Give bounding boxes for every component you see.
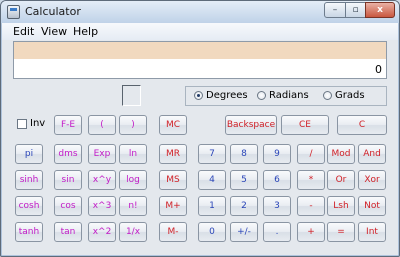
button-and[interactable]: And xyxy=(358,144,386,164)
button-mr[interactable]: MR xyxy=(159,144,187,164)
button-fe[interactable]: F-E xyxy=(54,115,82,135)
radio-grads[interactable]: Grads xyxy=(323,90,365,101)
button-sin[interactable]: sin xyxy=(54,170,82,190)
button-ms[interactable]: MS xyxy=(159,170,187,190)
radio-degrees[interactable]: Degrees xyxy=(194,90,248,101)
menu-edit[interactable]: Edit xyxy=(13,25,34,38)
button-reciprocal[interactable]: 1/x xyxy=(119,222,147,242)
button-cos[interactable]: cos xyxy=(54,196,82,216)
button-c[interactable]: C xyxy=(337,115,387,135)
button-sinh[interactable]: sinh xyxy=(15,170,43,190)
button-x-pow-y[interactable]: x^y xyxy=(88,170,116,190)
button-int[interactable]: Int xyxy=(358,222,386,242)
button-0[interactable]: 0 xyxy=(198,222,226,242)
display-highlight xyxy=(14,42,386,59)
button-lsh[interactable]: Lsh xyxy=(327,196,355,216)
button-6[interactable]: 6 xyxy=(263,170,291,190)
button-close-paren[interactable]: ) xyxy=(119,115,147,135)
memory-indicator xyxy=(122,85,141,106)
button-4[interactable]: 4 xyxy=(198,170,226,190)
button-add[interactable]: + xyxy=(297,222,325,242)
radio-radians[interactable]: Radians xyxy=(257,90,309,101)
button-2[interactable]: 2 xyxy=(230,196,258,216)
button-backspace[interactable]: Backspace xyxy=(225,115,277,135)
radio-radians-label: Radians xyxy=(269,90,309,101)
button-open-paren[interactable]: ( xyxy=(88,115,116,135)
radio-degrees-label: Degrees xyxy=(206,90,248,101)
button-1[interactable]: 1 xyxy=(198,196,226,216)
button-x-squared[interactable]: x^2 xyxy=(88,222,116,242)
button-9[interactable]: 9 xyxy=(263,144,291,164)
button-not[interactable]: Not xyxy=(358,196,386,216)
maximize-button[interactable]: ▫ xyxy=(345,2,366,18)
button-tanh[interactable]: tanh xyxy=(15,222,43,242)
button-equals[interactable]: = xyxy=(327,222,355,242)
button-dms[interactable]: dms xyxy=(54,144,82,164)
display: 0 xyxy=(13,41,387,79)
button-8[interactable]: 8 xyxy=(230,144,258,164)
button-decimal[interactable]: . xyxy=(263,222,291,242)
button-mc[interactable]: MC xyxy=(159,115,187,135)
button-exp[interactable]: Exp xyxy=(88,144,116,164)
radio-dot xyxy=(257,91,266,100)
display-value: 0 xyxy=(375,63,382,76)
angle-unit-group: Degrees Radians Grads xyxy=(185,86,387,106)
button-pi[interactable]: pi xyxy=(15,144,43,164)
button-mod[interactable]: Mod xyxy=(327,144,355,164)
button-ln[interactable]: ln xyxy=(119,144,147,164)
button-xor[interactable]: Xor xyxy=(358,170,386,190)
button-m-minus[interactable]: M- xyxy=(159,222,187,242)
button-7[interactable]: 7 xyxy=(198,144,226,164)
inv-checkbox[interactable]: Inv xyxy=(17,118,45,129)
button-3[interactable]: 3 xyxy=(263,196,291,216)
button-x-cubed[interactable]: x^3 xyxy=(88,196,116,216)
button-cosh[interactable]: cosh xyxy=(15,196,43,216)
menu-view[interactable]: View xyxy=(41,25,67,38)
button-5[interactable]: 5 xyxy=(230,170,258,190)
window-title: Calculator xyxy=(25,5,81,18)
calculator-app-icon xyxy=(7,5,20,19)
button-subtract[interactable]: - xyxy=(297,196,325,216)
button-tan[interactable]: tan xyxy=(54,222,82,242)
inv-checkbox-label: Inv xyxy=(30,118,46,129)
radio-dot-selected xyxy=(194,91,203,100)
button-negate[interactable]: +/- xyxy=(230,222,258,242)
minimize-button[interactable]: – xyxy=(324,2,346,18)
button-or[interactable]: Or xyxy=(327,170,355,190)
menu-help[interactable]: Help xyxy=(73,25,98,38)
radio-grads-label: Grads xyxy=(335,90,365,101)
inv-checkbox-box[interactable] xyxy=(17,118,27,129)
button-divide[interactable]: / xyxy=(297,144,325,164)
title-bar[interactable]: Calculator – ▫ x xyxy=(1,1,399,23)
close-button[interactable]: x xyxy=(365,2,395,18)
calculator-window: Calculator – ▫ x Edit View Help 0 Degree… xyxy=(0,0,400,257)
menu-bar: Edit View Help xyxy=(2,23,398,40)
button-log[interactable]: log xyxy=(119,170,147,190)
button-factorial[interactable]: n! xyxy=(119,196,147,216)
button-ce[interactable]: CE xyxy=(281,115,329,135)
button-m-plus[interactable]: M+ xyxy=(159,196,187,216)
button-multiply[interactable]: * xyxy=(297,170,325,190)
radio-dot xyxy=(323,91,332,100)
